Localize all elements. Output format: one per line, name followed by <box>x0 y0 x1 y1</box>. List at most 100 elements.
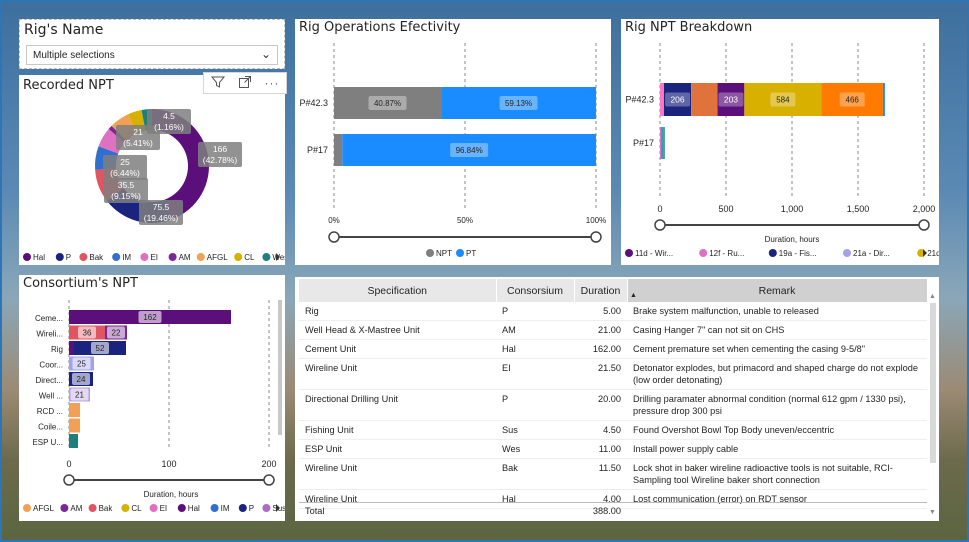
consortium-legend-label[interactable]: Hal <box>188 504 200 513</box>
recorded-npt-legend-label[interactable]: AM <box>179 253 191 262</box>
consortium-bar-segment[interactable] <box>69 403 80 417</box>
npt-breakdown-legend-label[interactable]: 12f - Ru... <box>709 249 744 258</box>
cell-specification: Wireline Unit <box>299 458 496 490</box>
consortium-legend-label[interactable]: AM <box>70 504 82 513</box>
consortium-data-label: 52 <box>96 344 105 353</box>
efectivity-category-label: P#17 <box>307 145 328 155</box>
efectivity-panel: Rig Operations Efectivity P#42.3 40.87% 59… <box>295 19 611 265</box>
npt-breakdown-segment[interactable] <box>660 127 662 159</box>
cell-specification: Well Head & X-Mastree Unit <box>299 320 496 340</box>
recorded-npt-panel: Recorded NPT 166 (42.78%) 75.5 (19.46%) 35.5… <box>19 75 285 265</box>
consortium-category-label: Ceme... <box>35 314 63 323</box>
consortium-legend-label[interactable]: EI <box>160 504 168 513</box>
npt-breakdown-legend-label[interactable]: 21a - Dir... <box>853 249 890 258</box>
scroll-down-icon[interactable]: ▼ <box>929 509 936 516</box>
npt-breakdown-tick-label: 1,000 <box>781 204 804 214</box>
efectivity-tick-label: 100% <box>586 216 606 225</box>
consortium-category-label: Well ... <box>39 392 63 401</box>
cell-specification: ESP Unit <box>299 439 496 459</box>
more-options-icon[interactable]: ··· <box>265 76 280 90</box>
filter-icon[interactable] <box>210 75 225 92</box>
table-row[interactable]: Directional Drilling Unit P 20.00 Drilling … <box>299 389 927 421</box>
consortium-data-label: 162 <box>143 313 157 322</box>
scroll-up-icon[interactable]: ▲ <box>929 293 936 300</box>
table-row[interactable]: Well Head & X-Mastree Unit AM 21.00 Casing … <box>299 320 927 340</box>
recorded-npt-legend-label[interactable]: CL <box>244 253 255 262</box>
col-header-consorsium[interactable]: Consorsium <box>496 279 575 302</box>
table-row[interactable]: Wireline Unit Bak 11.50 Lock shot in baker … <box>299 458 927 490</box>
npt-breakdown-x-axis-title: Duration, hours <box>765 235 820 244</box>
consortium-category-label: RCD ... <box>37 407 63 416</box>
consortium-range-slider-start[interactable] <box>63 474 75 486</box>
donut-data-label-value: 35.5 <box>118 180 135 190</box>
cell-remark: Install power supply cable <box>627 439 927 459</box>
col-header-duration[interactable]: Duration <box>574 279 628 302</box>
cell-specification: Fishing Unit <box>299 420 496 440</box>
recorded-npt-legend-label[interactable]: EI <box>150 253 158 262</box>
scrollbar-thumb[interactable] <box>930 303 936 463</box>
table-row[interactable]: ESP Unit Wes 11.00 Install power supply cab… <box>299 439 927 459</box>
npt-breakdown-segment[interactable] <box>882 83 885 116</box>
cell-remark: Cement premature set when cementing the … <box>627 339 927 359</box>
npt-breakdown-legend-label[interactable]: 19a - Fis... <box>779 249 817 258</box>
npt-breakdown-segment[interactable] <box>691 83 718 116</box>
npt-breakdown-segment[interactable] <box>663 127 665 159</box>
npt-breakdown-legend-label[interactable]: 11d - Wir... <box>635 249 673 258</box>
recorded-npt-legend-label[interactable]: Hal <box>33 253 45 262</box>
consortium-legend-label[interactable]: IM <box>221 504 230 513</box>
recorded-npt-legend-marker <box>112 253 121 261</box>
npt-breakdown-legend-label[interactable]: 21d - UB... <box>927 249 939 258</box>
consortium-category-label: Direct... <box>35 376 63 385</box>
npt-breakdown-range-slider-end[interactable] <box>918 219 930 231</box>
efectivity-range-slider-start[interactable] <box>328 231 340 243</box>
npt-breakdown-segment[interactable] <box>660 83 664 116</box>
efectivity-bar-npt[interactable] <box>334 134 343 166</box>
consortium-bar-segment[interactable] <box>69 418 80 433</box>
donut-data-label-value: 166 <box>213 144 227 154</box>
recorded-npt-legend-label[interactable]: IM <box>122 253 131 262</box>
recorded-npt-legend-label[interactable]: AFGL <box>207 253 228 262</box>
consortium-legend-label[interactable]: CL <box>131 504 142 513</box>
table-total-row: Total 388.00 <box>299 502 927 519</box>
consortium-range-slider-end[interactable] <box>263 474 275 486</box>
consortium-tick-label: 100 <box>161 459 176 469</box>
cell-duration: 21.50 <box>574 358 627 390</box>
npt-breakdown-range-slider-start[interactable] <box>654 219 666 231</box>
cell-remark: Detonator explodes, but primacord and sh… <box>627 358 927 390</box>
consortium-bar-segment[interactable] <box>69 434 78 448</box>
table-row[interactable]: Rig P 5.00 Brake system malfunction, unable… <box>299 302 927 321</box>
efectivity-range-slider-end[interactable] <box>590 231 602 243</box>
rig-name-dropdown[interactable]: Multiple selections ⌄ <box>26 45 278 65</box>
recorded-npt-legend-marker <box>234 253 243 261</box>
consortium-npt-bar-chart: Ceme... 162 Wireli... 36 22 Rig 52 Coor... 25 Dir… <box>23 300 285 513</box>
consortium-category-label: Coor... <box>39 361 63 370</box>
total-value: 388.00 <box>592 506 621 516</box>
consortium-chart-scrollbar[interactable] <box>278 300 282 435</box>
col-header-remark[interactable]: Remark ▲ <box>627 279 928 302</box>
donut-data-label-pct: (42.78%) <box>203 155 238 165</box>
table-row[interactable]: Fishing Unit Sus 4.50 Found Overshot Bowl T… <box>299 420 927 440</box>
focus-mode-icon[interactable] <box>238 75 252 92</box>
npt-breakdown-bar-chart: P#42.3 206 203 584 466 P#17 0 500 1,000 1,500 2,00… <box>625 43 939 258</box>
consortium-legend-label[interactable]: Bak <box>99 504 114 513</box>
efectivity-legend-label[interactable]: PT <box>466 249 476 258</box>
cell-consorsium: P <box>496 302 574 321</box>
consortium-legend-label[interactable]: P <box>249 504 254 513</box>
efectivity-legend-label[interactable]: NPT <box>436 249 452 258</box>
efectivity-bar-chart: P#42.3 40.87% 59.13% P#17 96.84% 0% 50% 100% NPT… <box>299 43 606 258</box>
npt-breakdown-legend-marker <box>625 249 633 257</box>
recorded-npt-legend-label[interactable]: P <box>66 253 71 262</box>
consortium-legend-label[interactable]: AFGL <box>33 504 54 513</box>
consortium-bar-segment[interactable] <box>69 341 74 355</box>
table-scrollbar[interactable]: ▲ ▼ <box>929 293 937 516</box>
efectivity-data-label: 96.84% <box>456 146 483 155</box>
table-row[interactable]: Wireline Unit EI 21.50 Detonator explodes, … <box>299 358 927 390</box>
recorded-npt-legend-label[interactable]: Bak <box>89 253 104 262</box>
table-row[interactable]: Cement Unit Hal 162.00 Cement premature set… <box>299 339 927 359</box>
col-header-specification[interactable]: Specification <box>299 279 497 302</box>
npt-breakdown-tick-label: 1,500 <box>847 204 870 214</box>
npt-breakdown-segment[interactable] <box>661 127 664 159</box>
table-grid: Specification Consorsium Duration Remark… <box>299 279 928 509</box>
donut-data-label-value: 21 <box>133 127 143 137</box>
donut-data-label-pct: (5.41%) <box>123 138 153 148</box>
